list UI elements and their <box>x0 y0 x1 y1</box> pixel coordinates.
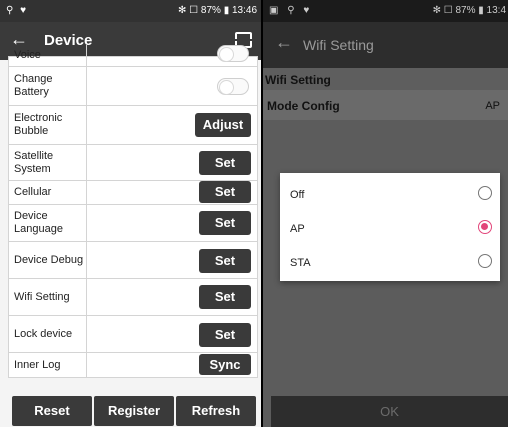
lock-device-set-button[interactable]: Set <box>199 323 251 347</box>
row-label: Device Language <box>9 205 87 241</box>
row-label: Change Battery <box>9 67 87 105</box>
option-label: STA <box>290 257 311 269</box>
row-label: Lock device <box>9 316 87 352</box>
row-label: Inner Log <box>9 353 87 377</box>
radio-unchecked-icon[interactable] <box>478 186 492 200</box>
radio-unchecked-icon[interactable] <box>478 254 492 268</box>
section-header: Wifi Setting <box>263 68 508 90</box>
back-arrow-icon[interactable]: ← <box>275 32 293 53</box>
change-battery-toggle[interactable] <box>217 78 249 95</box>
refresh-button[interactable]: Refresh <box>176 396 256 426</box>
mode-select-dialog: Off AP STA <box>280 173 500 281</box>
row-label: Satellite System <box>9 145 87 180</box>
status-left-icons: ⚲ ♥ <box>6 5 29 16</box>
settings-row-cellular: Cellular Set <box>9 181 257 205</box>
option-ap[interactable]: AP <box>280 211 500 245</box>
device-screen: ⚲ ♥ ✻ ☐ 87% ▮ 13:46 ← Device Voice Chang… <box>0 0 261 427</box>
status-left-icons: ▣ ⚲ ♥ <box>269 5 313 16</box>
option-label: Off <box>290 189 305 201</box>
voice-toggle[interactable] <box>217 45 249 62</box>
settings-row-wifi-setting: Wifi Setting Set <box>9 279 257 316</box>
status-bar: ▣ ⚲ ♥ ✻ ☐ 87% ▮ 13:4 <box>263 0 508 22</box>
inner-log-sync-button[interactable]: Sync <box>199 354 251 375</box>
page-title: Wifi Setting <box>303 37 374 53</box>
mode-config-label: Mode Config <box>267 99 340 113</box>
row-label: Wifi Setting <box>9 279 87 315</box>
cellular-set-button[interactable]: Set <box>199 181 251 203</box>
satellite-system-set-button[interactable]: Set <box>199 151 251 175</box>
settings-row-device-language: Device Language Set <box>9 205 257 242</box>
row-label: Electronic Bubble <box>9 106 87 144</box>
mode-config-row[interactable]: Mode Config AP <box>263 90 508 120</box>
bottom-action-bar: Reset Register Refresh <box>0 393 261 427</box>
status-right-info: ✻ ☐ 87% ▮ 13:4 <box>432 5 506 16</box>
settings-row-inner-log: Inner Log Sync <box>9 353 257 377</box>
device-settings-table: Voice Change Battery Electronic Bubble A… <box>8 45 258 378</box>
settings-row-device-debug: Device Debug Set <box>9 242 257 279</box>
ok-button[interactable]: OK <box>271 396 508 427</box>
option-label: AP <box>290 223 305 235</box>
row-label: Cellular <box>9 181 87 204</box>
reset-button[interactable]: Reset <box>12 396 92 426</box>
device-debug-set-button[interactable]: Set <box>199 249 251 273</box>
register-button[interactable]: Register <box>94 396 174 426</box>
status-right-info: ✻ ☐ 87% ▮ 13:46 <box>178 5 257 16</box>
device-language-set-button[interactable]: Set <box>199 211 251 235</box>
wifi-setting-set-button[interactable]: Set <box>199 285 251 309</box>
option-off[interactable]: Off <box>280 177 500 211</box>
radio-checked-icon[interactable] <box>478 220 492 234</box>
app-bar: ← Wifi Setting <box>263 22 508 68</box>
settings-row-lock-device: Lock device Set <box>9 316 257 353</box>
settings-row-change-battery: Change Battery <box>9 67 257 106</box>
row-label: Voice <box>9 45 87 66</box>
adjust-button[interactable]: Adjust <box>195 113 251 137</box>
status-bar: ⚲ ♥ ✻ ☐ 87% ▮ 13:46 <box>0 0 261 22</box>
wifi-setting-screen: ▣ ⚲ ♥ ✻ ☐ 87% ▮ 13:4 ← Wifi Setting Wifi… <box>263 0 508 427</box>
option-sta[interactable]: STA <box>280 245 500 279</box>
settings-row-satellite-system: Satellite System Set <box>9 145 257 181</box>
settings-row-electronic-bubble: Electronic Bubble Adjust <box>9 106 257 145</box>
row-label: Device Debug <box>9 242 87 278</box>
mode-config-value: AP <box>485 100 500 112</box>
settings-row-voice: Voice <box>9 45 257 67</box>
